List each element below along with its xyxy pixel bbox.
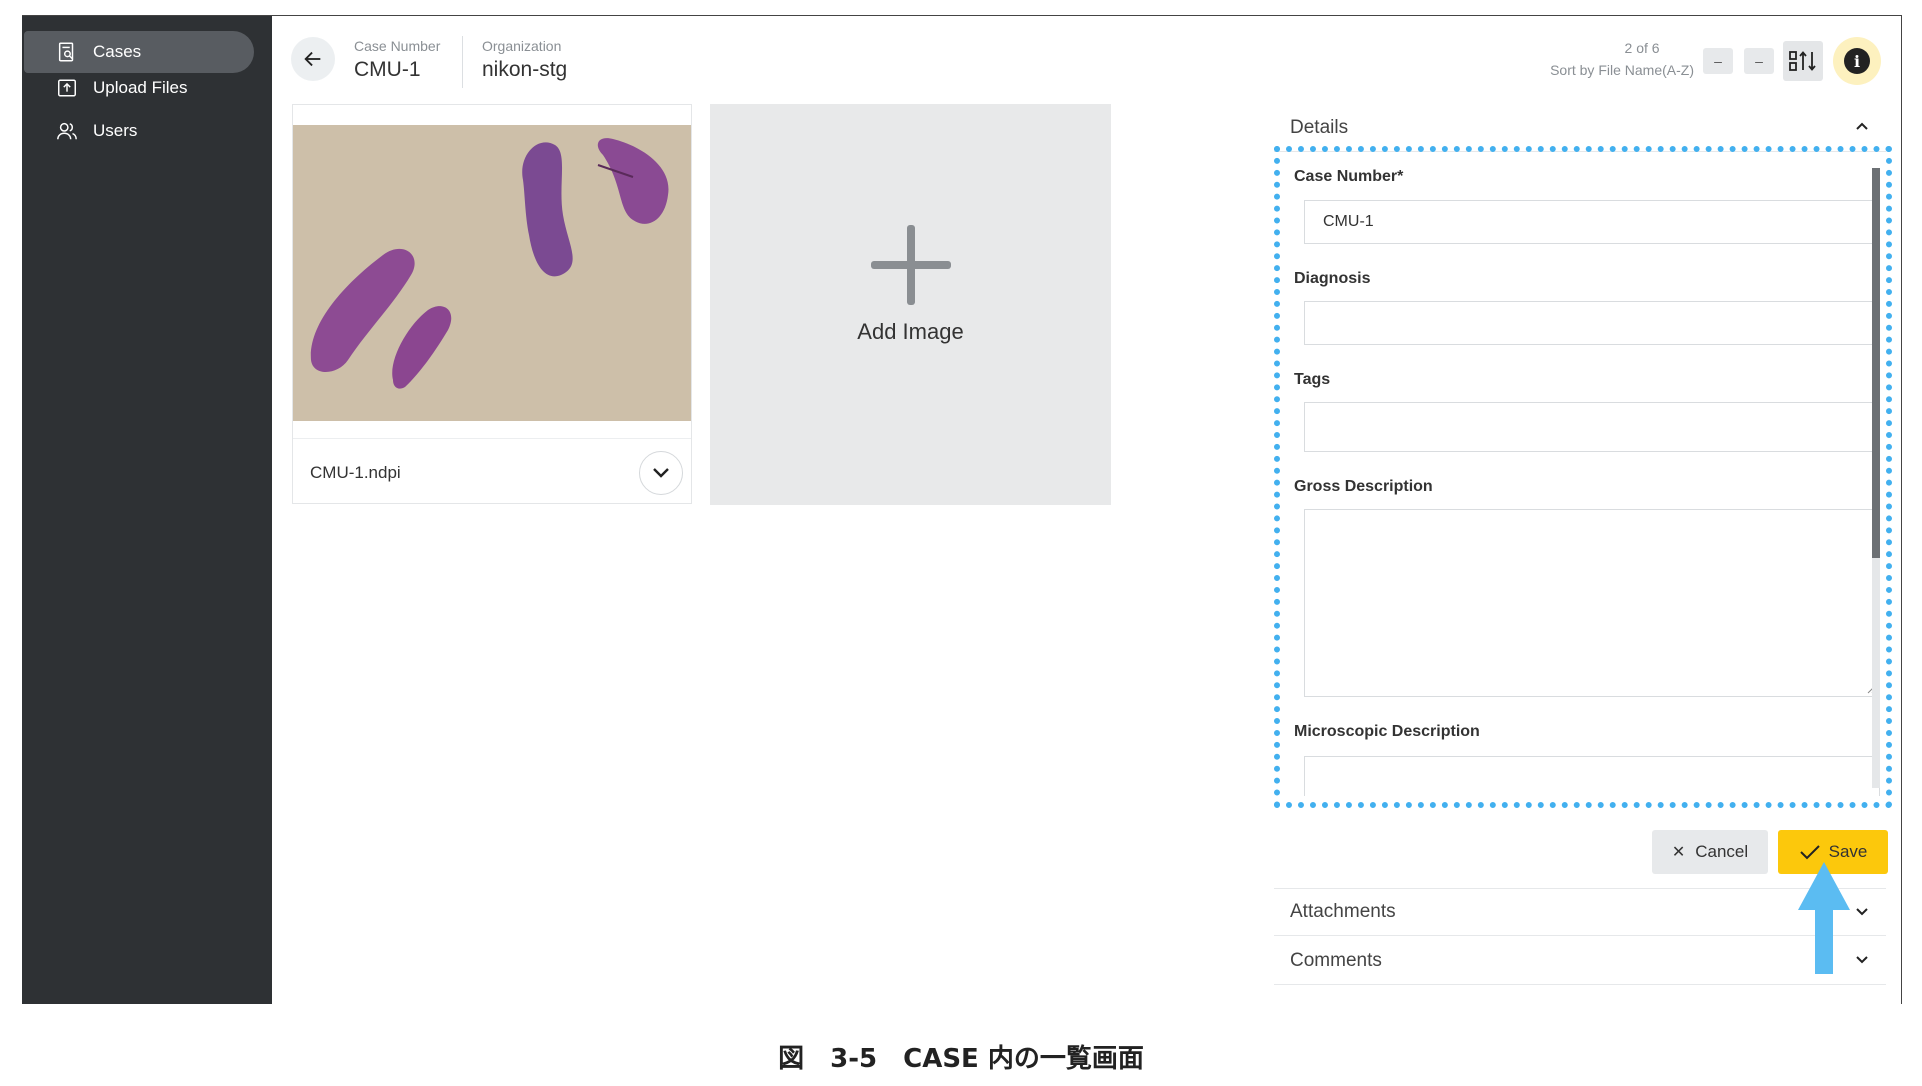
sidebar: Cases Upload Files Users (22, 16, 272, 1004)
chevron-down-icon (1856, 956, 1868, 964)
case-number-value: CMU-1 (354, 58, 421, 81)
comments-accordion-header[interactable]: Comments (1274, 937, 1886, 985)
slide-thumbnail[interactable] (293, 125, 691, 421)
microscopic-description-field[interactable] (1304, 756, 1880, 796)
organization-header: Organization nikon-stg (482, 38, 567, 82)
figure-caption: 図 3-5 CASE 内の一覧画面 (778, 1044, 1144, 1074)
tags-field-label: Tags (1294, 371, 1331, 388)
sidebar-item-users[interactable]: Users (24, 110, 254, 152)
users-icon (56, 120, 78, 142)
diagnosis-field-label: Diagnosis (1294, 270, 1371, 287)
microscopic-description-field-label: Microscopic Description (1294, 723, 1480, 740)
cancel-button[interactable]: ✕ Cancel (1652, 830, 1768, 874)
sidebar-item-label: Upload Files (93, 78, 188, 97)
sort-button[interactable] (1783, 41, 1823, 81)
arrow-left-icon (304, 51, 321, 67)
zoom-out-button[interactable]: – (1703, 48, 1733, 74)
details-title: Details (1290, 116, 1349, 138)
chevron-down-icon (1856, 908, 1868, 916)
pager: 2 of 6 Sort by File Name(A-Z) (1550, 40, 1694, 78)
search-document-icon (56, 41, 78, 63)
sidebar-item-label: Users (93, 121, 138, 140)
diagnosis-field[interactable] (1304, 301, 1880, 345)
close-icon: ✕ (1671, 844, 1686, 861)
details-accordion-header[interactable]: Details (1274, 104, 1886, 152)
case-number-field-label: Case Number* (1294, 168, 1404, 185)
sort-label: Sort by File Name(A-Z) (1550, 62, 1694, 78)
sidebar-item-upload-files[interactable]: Upload Files (24, 67, 254, 109)
image-card[interactable]: CMU-1.ndpi (292, 104, 692, 504)
attachments-accordion-header[interactable]: Attachments (1274, 888, 1886, 936)
gross-description-field[interactable] (1304, 509, 1880, 697)
details-form-highlight: Case Number* CMU-1 Diagnosis Tags Gross … (1274, 146, 1892, 808)
case-number-header: Case Number CMU-1 (354, 38, 440, 82)
case-number-field[interactable]: CMU-1 (1304, 200, 1880, 244)
callout-arrow-icon (1798, 862, 1850, 974)
attachments-title: Attachments (1290, 901, 1396, 922)
check-icon (1799, 845, 1820, 860)
organization-value: nikon-stg (482, 58, 568, 81)
card-divider (293, 438, 691, 439)
add-image-label: Add Image (857, 318, 964, 344)
form-scrollbar[interactable] (1872, 168, 1880, 788)
case-number-label: Case Number (354, 38, 441, 54)
save-label: Save (1828, 842, 1868, 861)
gross-description-field-label: Gross Description (1294, 478, 1433, 495)
add-image-card[interactable]: Add Image (710, 104, 1111, 505)
organization-label: Organization (482, 38, 562, 54)
upload-folder-icon (56, 77, 78, 99)
zoom-out-button-2[interactable]: – (1744, 48, 1774, 74)
scrollbar-thumb[interactable] (1872, 168, 1880, 558)
details-form: Case Number* CMU-1 Diagnosis Tags Gross … (1286, 160, 1880, 796)
pager-count: 2 of 6 (1624, 40, 1660, 56)
tissue-slide-image (293, 125, 691, 421)
image-menu-button[interactable] (639, 451, 683, 495)
image-filename: CMU-1.ndpi (310, 463, 401, 482)
header-divider (462, 36, 463, 88)
chevron-down-icon (653, 468, 669, 478)
sidebar-item-label: Cases (93, 42, 142, 61)
back-button[interactable] (291, 37, 335, 81)
comments-title: Comments (1290, 949, 1382, 971)
cancel-label: Cancel (1695, 842, 1749, 861)
info-button[interactable]: i (1833, 37, 1881, 85)
info-icon: i (1844, 48, 1870, 74)
chevron-up-icon (1856, 122, 1868, 130)
sort-icon (1789, 51, 1816, 71)
tags-field[interactable] (1304, 402, 1880, 452)
plus-icon (870, 224, 951, 305)
